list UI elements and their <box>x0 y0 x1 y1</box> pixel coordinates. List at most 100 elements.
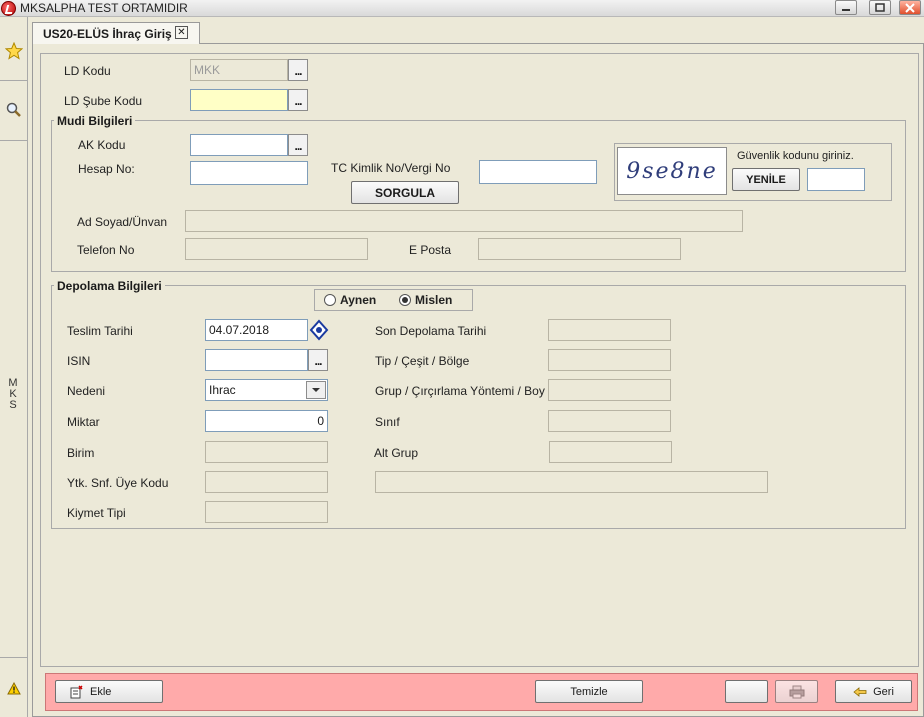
alt-grup-label: Alt Grup <box>374 446 419 460</box>
ekle-button[interactable]: Ekle <box>55 680 163 703</box>
printer-icon <box>789 685 804 698</box>
search-button[interactable] <box>5 101 23 119</box>
radio-aynen-option[interactable]: Aynen <box>324 293 376 307</box>
captcha-input[interactable] <box>807 168 865 191</box>
hesap-no-field[interactable] <box>190 161 308 185</box>
ak-kodu-field[interactable] <box>190 134 288 156</box>
chevron-down-icon <box>312 388 320 392</box>
mudi-bilgileri-title: Mudi Bilgileri <box>54 114 136 128</box>
eposta-field <box>478 238 681 260</box>
radio-aynen-label: Aynen <box>340 293 377 307</box>
sidebar-divider <box>0 80 28 81</box>
radio-mislen-option[interactable]: Mislen <box>399 293 452 307</box>
nedeni-selected-value: Ihrac <box>209 383 236 397</box>
ellipsis-icon: ... <box>314 354 322 368</box>
add-document-icon <box>70 684 83 698</box>
maximize-button[interactable] <box>869 0 891 15</box>
sidebar-divider <box>0 657 28 658</box>
left-sidebar <box>0 17 28 717</box>
telefon-label: Telefon No <box>77 243 135 257</box>
miktar-field[interactable]: 0 <box>205 410 328 432</box>
tc-kimlik-label: TC Kimlik No/Vergi No <box>331 161 451 175</box>
magnifier-icon <box>6 102 21 117</box>
tc-kimlik-field[interactable] <box>479 160 597 184</box>
birim-field <box>205 441 328 463</box>
warning-icon <box>7 682 21 695</box>
alt-grup-field <box>549 441 672 463</box>
sidebar-letter-s: S <box>9 399 17 411</box>
eposta-label: E Posta <box>409 243 452 257</box>
ad-soyad-label: Ad Soyad/Ünvan <box>77 215 168 229</box>
geri-label: Geri <box>873 685 894 698</box>
nedeni-label: Nedeni <box>67 384 106 398</box>
back-arrow-icon <box>853 686 867 697</box>
ytk-snf-field <box>205 471 328 493</box>
tab-label: US20-ELÜS İhraç Giriş <box>43 27 172 41</box>
warning-button[interactable] <box>7 682 21 695</box>
isin-field[interactable] <box>205 349 308 371</box>
radio-mislen-label: Mislen <box>415 293 453 307</box>
ld-kodu-lookup-button[interactable]: ... <box>288 59 308 81</box>
favorites-star-button[interactable] <box>5 42 23 60</box>
restore-icon <box>875 3 885 12</box>
grup-label: Grup / Çırçırlama Yöntemi / Boy <box>375 384 545 398</box>
sorgula-button[interactable]: SORGULA <box>351 181 459 204</box>
radio-aynen[interactable] <box>324 294 336 306</box>
yenile-button[interactable]: YENİLE <box>732 168 800 191</box>
temizle-button[interactable]: Temizle <box>535 680 643 703</box>
grup-field <box>548 379 671 401</box>
tip-cesit-bolge-field <box>548 349 671 371</box>
ld-kodu-label: LD Kodu <box>64 64 111 78</box>
captcha-image: 9se8ne <box>617 147 727 195</box>
sinif-label: Sınıf <box>375 415 400 429</box>
teslim-tarihi-label: Teslim Tarihi <box>67 324 133 338</box>
nedeni-dropdown-button[interactable] <box>306 381 326 399</box>
ak-kodu-lookup-button[interactable]: ... <box>288 134 308 156</box>
ad-soyad-field <box>185 210 743 232</box>
teslim-tarihi-field[interactable]: 04.07.2018 <box>205 319 308 341</box>
star-icon <box>5 42 23 60</box>
close-window-button[interactable] <box>899 0 921 15</box>
ellipsis-icon: ... <box>294 139 302 153</box>
son-depolama-field <box>548 319 671 341</box>
ekle-label: Ekle <box>90 685 112 698</box>
ld-sube-field[interactable] <box>190 89 288 111</box>
isin-label: ISIN <box>67 354 91 368</box>
ellipsis-icon: ... <box>294 94 302 108</box>
miktar-label: Miktar <box>67 415 100 429</box>
ellipsis-icon: ... <box>294 64 302 78</box>
ld-sube-label: LD Şube Kodu <box>64 94 143 108</box>
telefon-field <box>185 238 368 260</box>
isin-lookup-button[interactable]: ... <box>308 349 328 371</box>
blank-action-button[interactable] <box>725 680 768 703</box>
tab-close-button[interactable]: ✕ <box>175 26 188 39</box>
birim-label: Birim <box>67 446 95 460</box>
geri-button[interactable]: Geri <box>835 680 912 703</box>
close-tab-icon: ✕ <box>177 27 186 38</box>
kiymet-tipi-label: Kiymet Tipi <box>67 506 126 520</box>
calendar-hand-icon <box>309 319 329 341</box>
son-depolama-label: Son Depolama Tarihi <box>375 324 487 338</box>
sidebar-divider <box>0 140 28 141</box>
print-button[interactable] <box>775 680 818 703</box>
close-icon <box>905 2 915 13</box>
minimize-button[interactable] <box>835 0 857 15</box>
hesap-no-label: Hesap No: <box>78 162 135 176</box>
ak-kodu-label: AK Kodu <box>78 138 126 152</box>
app-logo-icon <box>1 1 16 16</box>
window-title: MKSALPHA TEST ORTAMIDIR <box>20 1 188 15</box>
ytk-snf-description-field <box>375 471 768 493</box>
ytk-snf-label: Ytk. Snf. Üye Kodu <box>67 476 169 490</box>
kiymet-tipi-field <box>205 501 328 523</box>
minimize-icon <box>842 8 850 11</box>
ld-sube-lookup-button[interactable]: ... <box>288 89 308 111</box>
sidebar-vertical-label: M K S <box>6 378 20 411</box>
guvenlik-label: Güvenlik kodunu giriniz. <box>737 150 854 162</box>
sinif-field <box>548 410 671 432</box>
depolama-bilgileri-title: Depolama Bilgileri <box>54 279 165 293</box>
tip-cesit-bolge-label: Tip / Çeşit / Bölge <box>375 354 470 368</box>
radio-mislen[interactable] <box>399 294 411 306</box>
date-picker-button[interactable] <box>309 319 329 341</box>
tab-us20-elus[interactable]: US20-ELÜS İhraç Giriş ✕ <box>32 22 200 44</box>
ld-kodu-field[interactable]: MKK <box>190 59 288 81</box>
